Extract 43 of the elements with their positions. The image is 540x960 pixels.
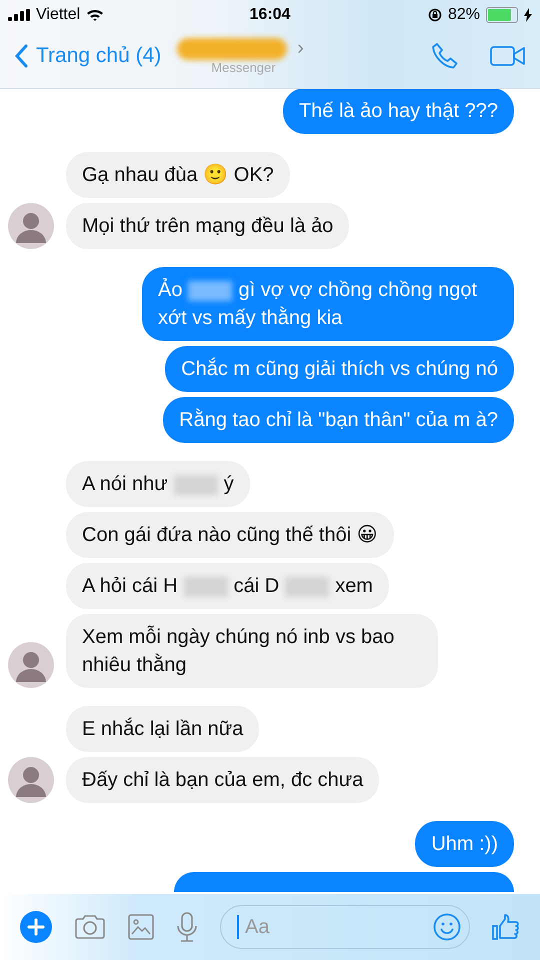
- message-bubble[interactable]: E nhắc lại lần nữa: [66, 706, 260, 752]
- phone-icon[interactable]: [430, 41, 460, 71]
- message-bubble[interactable]: A nói như ý: [66, 461, 250, 507]
- video-call-icon[interactable]: [490, 44, 526, 68]
- charging-icon: [524, 8, 532, 22]
- emoji-icon[interactable]: [433, 913, 461, 941]
- message-bubble[interactable]: Thế là ảo hay thật ???: [282, 88, 514, 134]
- blurred-text: [184, 576, 228, 597]
- message-bubble[interactable]: A hỏi cái H cái D xem: [66, 563, 389, 609]
- message-bubble[interactable]: Con gái đứa nào cũng thế thôi 😀: [66, 512, 394, 558]
- signal-icon: [8, 9, 30, 21]
- wifi-icon: [86, 8, 104, 22]
- message-bubble[interactable]: Ảo gì vợ vợ chồng chồng ngọt xớt vs mấy thằng kia: [142, 267, 514, 341]
- clock-time: 16:04: [250, 6, 290, 24]
- avatar[interactable]: [8, 203, 54, 249]
- message-bubble[interactable]: Rằng tao chỉ là "bạn thân" của m à?: [163, 397, 514, 443]
- camera-icon[interactable]: [74, 914, 106, 940]
- image-icon[interactable]: [128, 914, 154, 940]
- message-bubble[interactable]: Đấy chỉ là bạn của em, đc chưa: [66, 757, 380, 803]
- subtitle: Messenger: [211, 60, 276, 75]
- message-bubble[interactable]: [174, 872, 514, 892]
- message-bubble[interactable]: Gạ nhau đùa 🙂 OK?: [66, 152, 290, 198]
- avatar[interactable]: [8, 757, 54, 803]
- back-chevron-icon: [14, 44, 28, 68]
- thumbs-up-icon[interactable]: [492, 913, 520, 941]
- carrier-name: Viettel: [36, 6, 80, 24]
- plus-icon: [26, 917, 46, 937]
- message-bubble[interactable]: Chắc m cũng giải thích vs chúng nó: [165, 346, 514, 392]
- rotation-lock-icon: [428, 8, 442, 22]
- blurred-text: [188, 280, 232, 301]
- message-input[interactable]: Aa: [243, 914, 429, 940]
- message-field[interactable]: Aa: [220, 905, 470, 949]
- message-bubble[interactable]: Uhm :)): [415, 821, 514, 867]
- blurred-text: [174, 474, 218, 495]
- add-button[interactable]: [20, 911, 52, 943]
- battery-percent: 82%: [448, 6, 480, 24]
- battery-icon: [486, 7, 518, 23]
- message-bubble[interactable]: Xem mỗi ngày chúng nó inb vs bao nhiêu thằng: [66, 614, 438, 688]
- message-bubble[interactable]: Mọi thứ trên mạng đều là ảo: [66, 203, 350, 249]
- blurred-name[interactable]: [177, 38, 288, 60]
- blurred-text: [285, 576, 330, 597]
- avatar[interactable]: [8, 642, 54, 688]
- microphone-icon[interactable]: [176, 912, 198, 942]
